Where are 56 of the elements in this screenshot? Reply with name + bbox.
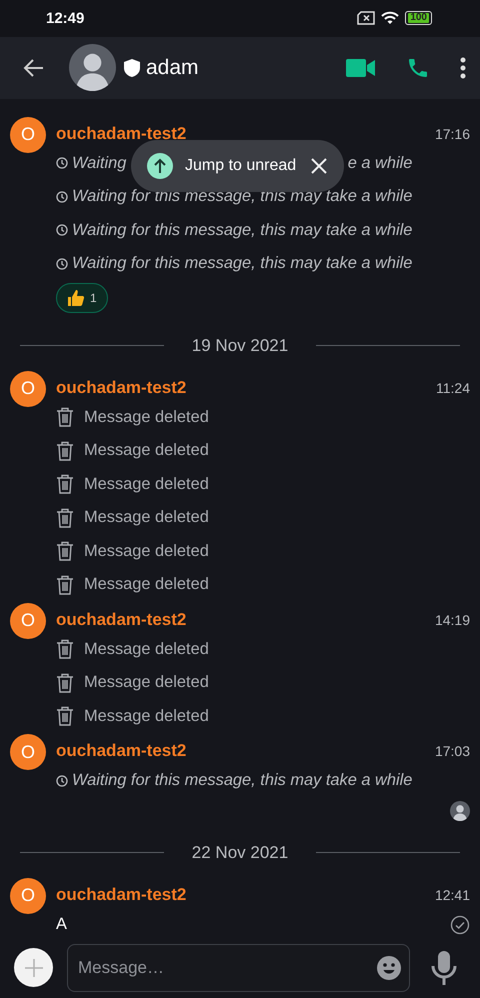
message-text: Message deleted [84, 673, 209, 692]
clock-icon [56, 774, 68, 787]
message-text: Message deleted [84, 441, 209, 460]
message-text: Waiting for this message, this may take a while [72, 220, 412, 240]
sender-name[interactable]: ouchadam-test2 [56, 741, 186, 762]
trash-icon [56, 706, 74, 726]
message-text: Message deleted [84, 508, 209, 528]
date-separator: 22 Nov 2021 [192, 842, 288, 863]
video-call-icon[interactable] [346, 58, 376, 78]
trash-icon [56, 407, 74, 428]
sender-name[interactable]: ouchadam-test2 [56, 378, 186, 398]
reaction-chip[interactable]: 1 [56, 282, 108, 313]
clock-time: 12:49 [46, 10, 84, 27]
message-time: 17:16 [434, 126, 470, 142]
microphone-icon[interactable] [430, 950, 458, 986]
sender-name[interactable]: ouchadam-test2 [56, 884, 186, 905]
clock-icon [56, 190, 68, 203]
clock-icon [56, 258, 68, 270]
trash-icon [56, 508, 74, 528]
trash-icon [56, 672, 74, 693]
battery-icon: 100 [405, 11, 432, 26]
message-time: 12:41 [434, 886, 470, 903]
message-text: Waiting for this message, this may take a while [72, 254, 412, 274]
add-attachment-button[interactable] [14, 948, 53, 988]
thumbs-up-icon [67, 288, 85, 307]
message-time: 11:24 [436, 380, 470, 396]
emoji-icon[interactable] [376, 954, 402, 981]
date-separator: 19 Nov 2021 [192, 336, 288, 356]
no-sim-icon [357, 11, 376, 26]
trash-icon [56, 474, 74, 494]
message-text: Message deleted [84, 542, 209, 561]
message-text: Message deleted [84, 706, 209, 726]
message-text: Message deleted [84, 640, 209, 659]
message-text: e a while [348, 154, 412, 173]
more-options-icon[interactable] [460, 56, 466, 79]
message-text: Message deleted [84, 474, 209, 494]
close-icon[interactable] [310, 156, 328, 175]
clock-icon [56, 224, 68, 236]
trash-icon [56, 541, 74, 562]
message-text: Waiting for this message, this may take a while [72, 771, 412, 790]
message-text: A [56, 914, 67, 934]
message-input-field[interactable]: Message… [67, 944, 410, 992]
message-text: Message deleted [84, 575, 209, 594]
message-time: 14:19 [434, 612, 470, 628]
trash-icon [56, 574, 74, 595]
trash-icon [56, 639, 74, 660]
trash-icon [56, 440, 74, 461]
clock-icon [56, 157, 68, 170]
sender-name[interactable]: ouchadam-test2 [56, 610, 186, 630]
message-text: Message deleted [84, 408, 209, 427]
plus-icon [24, 958, 44, 978]
message-text: Waiting [72, 154, 126, 173]
wifi-icon [381, 11, 400, 26]
room-title: adam [146, 56, 199, 80]
message-time: 17:03 [434, 743, 470, 760]
room-avatar[interactable] [69, 44, 116, 92]
